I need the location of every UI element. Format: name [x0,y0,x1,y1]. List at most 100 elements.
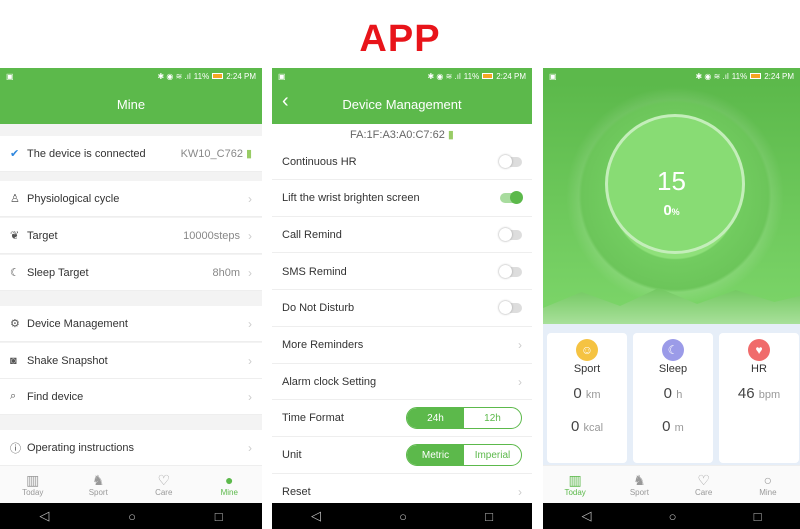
back-button[interactable]: ‹ [282,90,289,113]
recents-icon[interactable]: □ [215,509,223,524]
menu-item[interactable]: ⌕ Find device › [0,379,262,415]
tab-mine[interactable]: ○ Mine [736,466,800,503]
mine-screen: ▣ ✱ ◉ ≋ .ıl 11% 2:24 PM Mine ✔ The device i… [0,68,262,529]
sport-card[interactable]: ☺ Sport 0 km 0 kcal [547,333,627,463]
signal-icon: ✱ ◉ ≋ .ıl [695,71,729,81]
time_format-segmented-control: 24h 12h [406,407,522,430]
chevron-right-icon: › [248,389,252,404]
chevron-right-icon: › [248,265,252,280]
chart-icon: ▥ [568,472,582,488]
option-12h[interactable]: 12h [464,408,521,428]
tab-sport[interactable]: ♞ Sport [66,466,132,503]
heart-plus-icon: ♡ [157,472,171,488]
hr-card[interactable]: ♥ HR 46 bpm [719,333,799,463]
time_format-row: Time Format 24h 12h [272,400,532,437]
chevron-right-icon: › [248,316,252,331]
camera-icon: ◙ [10,354,17,367]
menu-item[interactable]: ♙ Physiological cycle › [0,181,262,217]
toggle-switch[interactable] [499,264,522,278]
battery-icon: ▮ [245,148,252,160]
menu-item[interactable]: ⓘ Operating instructions › [0,430,262,466]
toggle-row: Call Remind [272,217,532,254]
hero-area: 15 0% [543,84,800,324]
menu-item[interactable]: ❦ Target 10000steps › [0,218,262,254]
menu-item[interactable]: More Reminders › [272,327,532,364]
notification-icon: ▣ [549,71,557,81]
tab-today[interactable]: ▥ Today [543,466,607,503]
chevron-right-icon: › [248,440,252,455]
chevron-right-icon: › [518,484,522,499]
moon-icon: ☾ [10,267,20,279]
tab-care[interactable]: ♡ Care [672,466,736,503]
battery-icon [750,73,762,79]
home-icon[interactable]: ○ [128,509,136,524]
clock: 2:24 PM [764,71,794,81]
person-icon: ● [225,472,234,488]
system-nav: ◁ ○ □ [0,503,262,529]
status-bar: ▣ ✱ ◉ ≋ .ıl 11% 2:24 PM [272,68,532,84]
step-count: 15 [657,166,686,196]
chevron-right-icon: › [248,191,252,206]
recents-icon[interactable]: □ [754,509,762,524]
notification-icon: ▣ [278,71,286,81]
battery-percent: 11% [463,71,480,81]
runner-icon: ♞ [633,472,646,488]
device-name: KW10_C762 [180,147,243,160]
page-title: Device Management [342,96,462,112]
back-icon[interactable]: ◁ [39,508,49,524]
battery-icon: ▮ [447,129,454,141]
runner-icon: ♞ [91,472,105,488]
tab-bar: ▥ Today ♞ Sport ♡ Care ● Mine [0,465,262,503]
toggle-switch[interactable] [499,154,522,168]
tab-sport[interactable]: ♞ Sport [607,466,671,503]
sport-icon: ☺ [576,339,598,361]
chevron-right-icon: › [248,353,252,368]
menu-item[interactable]: Alarm clock Setting › [272,364,532,401]
device-management-screen: ▣ ✱ ◉ ≋ .ıl 11% 2:24 PM ‹ Device Management … [272,68,532,529]
option-metric[interactable]: Metric [407,445,464,466]
footprint-icon: ❦ [10,230,20,242]
recents-icon[interactable]: □ [485,509,493,524]
menu-item[interactable]: ⚙ Device Management › [0,306,262,342]
heart-plus-icon: ♡ [697,472,710,488]
page-heading: APP [359,18,441,60]
menu-item[interactable]: ☾ Sleep Target 8h0m › [0,255,262,291]
status-bar: ▣ ✱ ◉ ≋ .ıl 11% 2:24 PM [0,68,262,84]
info-icon: ⓘ [10,442,21,455]
system-nav: ◁ ○ □ [272,503,532,529]
battery-icon [212,73,224,79]
toggle-row: Lift the wrist brighten screen [272,180,532,217]
back-icon[interactable]: ◁ [582,508,592,524]
goal-percent: 0% [663,202,680,219]
battery-icon [482,73,494,79]
chevron-right-icon: › [518,338,522,352]
toggle-row: SMS Remind [272,254,532,291]
back-icon[interactable]: ◁ [311,508,321,524]
check-icon: ✔ [10,148,20,160]
mac-address: FA:1F:A3:A0:C7:62 ▮ [350,129,454,141]
system-nav: ◁ ○ □ [543,503,800,529]
tab-bar: ▥ Today ♞ Sport ♡ Care ○ Mine [543,465,800,503]
tab-care[interactable]: ♡ Care [131,466,197,503]
clock: 2:24 PM [226,71,256,81]
option-24h[interactable]: 24h [407,408,464,429]
chevron-right-icon: › [248,228,252,243]
toggle-switch[interactable] [500,191,523,205]
clock: 2:24 PM [496,71,526,81]
person-icon: ○ [763,472,773,488]
today-screen: ▣ ✱ ◉ ≋ .ıl 11% 2:24 PM 15 0% ☺ Sport 0 km 0 k… [543,68,800,529]
tab-mine[interactable]: ● Mine [197,466,263,503]
menu-item[interactable]: ◙ Shake Snapshot › [0,343,262,379]
connection-row[interactable]: ✔ The device is connected KW10_C762 ▮ [0,136,262,172]
toggle-row: Continuous HR [272,144,532,180]
battery-percent: 11% [193,71,210,81]
option-imperial[interactable]: Imperial [464,445,521,465]
home-icon[interactable]: ○ [669,509,677,524]
home-icon[interactable]: ○ [399,509,407,524]
sleep-card[interactable]: ☾ Sleep 0 h0 m [633,333,713,463]
toggle-switch[interactable] [499,227,522,241]
toggle-switch[interactable] [499,301,522,315]
unit-segmented-control: Metric Imperial [406,444,522,467]
chevron-right-icon: › [518,374,522,389]
tab-today[interactable]: ▥ Today [0,466,66,503]
